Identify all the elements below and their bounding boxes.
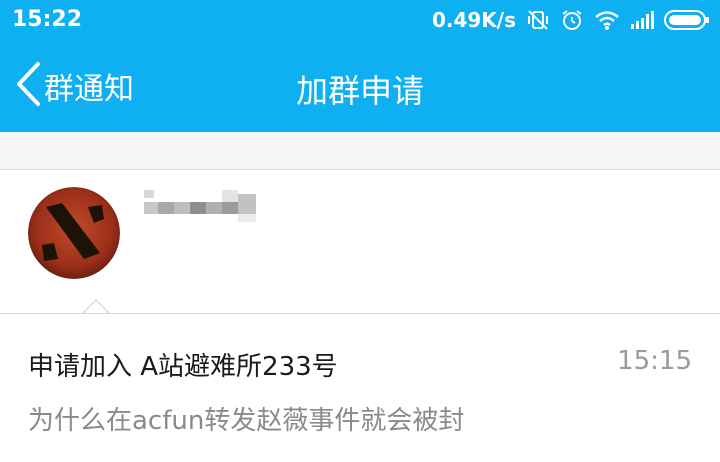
request-message: 为什么在acfun转发赵薇事件就会被封: [28, 406, 465, 436]
request-card[interactable]: 申请加入 A站避难所233号 15:15 为什么在acfun转发赵薇事件就会被封: [0, 314, 720, 462]
app-header: 15:22 0.49K/s 群通知 加群申请: [0, 0, 720, 132]
back-button[interactable]: 群通知: [14, 62, 134, 110]
network-speed: 0.49K/s: [431, 8, 516, 32]
request-title: 申请加入 A站避难所233号: [28, 352, 338, 382]
signal-icon: [630, 10, 654, 30]
applicant-card: [0, 170, 720, 313]
vibrate-off-icon: [526, 8, 550, 32]
status-icons: 0.49K/s: [432, 6, 710, 34]
avatar[interactable]: [28, 187, 120, 279]
section-gap: [0, 132, 720, 170]
applicant-name-blurred[interactable]: [144, 190, 256, 224]
chevron-left-icon: [14, 61, 42, 111]
status-time: 15:22: [12, 7, 83, 32]
back-label: 群通知: [44, 72, 134, 107]
status-bar: 15:22 0.49K/s: [0, 0, 720, 40]
wifi-icon: [594, 9, 620, 31]
nav-bar: 群通知 加群申请: [0, 40, 720, 132]
battery-icon: [664, 9, 710, 31]
alarm-icon: [560, 8, 584, 32]
request-time: 15:15: [617, 346, 692, 376]
